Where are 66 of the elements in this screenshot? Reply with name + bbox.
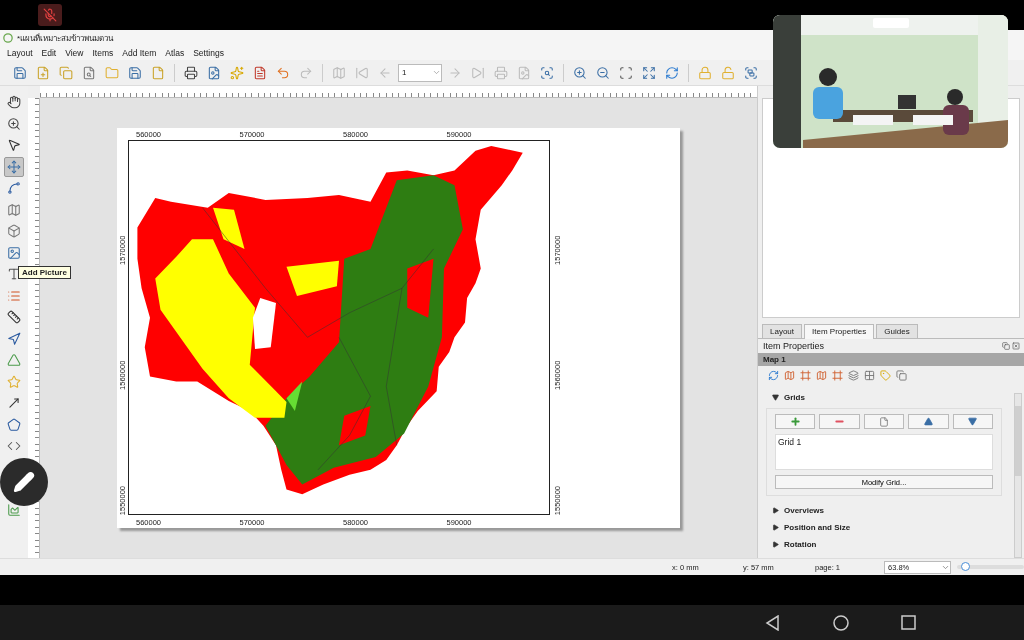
panel-tab[interactable]: Item Properties <box>804 324 875 339</box>
grid-list-item[interactable]: Grid 1 <box>778 437 990 447</box>
section-header[interactable]: Position and Size <box>772 521 1008 534</box>
refresh-icon[interactable] <box>768 370 779 381</box>
close-icon[interactable] <box>1012 342 1020 350</box>
layout-manager-icon[interactable] <box>82 65 96 80</box>
expanded-arrow-icon[interactable] <box>772 394 779 401</box>
menu-item[interactable]: Atlas <box>165 48 185 58</box>
template-icon[interactable] <box>151 65 165 80</box>
menu-item[interactable]: Layout <box>7 48 33 58</box>
scrollbar[interactable] <box>1014 393 1022 558</box>
refresh-icon[interactable] <box>665 65 679 80</box>
menu-item[interactable]: Items <box>92 48 114 58</box>
mic-muted-icon[interactable] <box>38 4 62 26</box>
save-as-icon[interactable] <box>128 65 142 80</box>
zoom-out-icon[interactable] <box>596 65 610 80</box>
undo-icon[interactable] <box>276 65 290 80</box>
tooltip: Add Picture <box>18 266 71 279</box>
zoom-feature-icon[interactable] <box>540 65 554 80</box>
section-header[interactable]: Overviews <box>772 504 1008 517</box>
duplicate-grid-button[interactable] <box>863 414 905 429</box>
panel-title: Item Properties <box>763 341 825 351</box>
zoom-in-icon[interactable] <box>573 65 587 80</box>
plus-icon <box>789 416 801 427</box>
move-up-button[interactable] <box>908 414 949 429</box>
down-arrow-icon <box>968 417 978 426</box>
float-icon[interactable] <box>1002 342 1010 350</box>
print-icon[interactable] <box>184 65 198 80</box>
app-logo-icon <box>3 33 13 43</box>
section-header[interactable]: Rotation <box>772 538 1008 551</box>
up-arrow-icon <box>923 417 933 426</box>
recents-icon[interactable] <box>901 615 916 630</box>
panel-tab[interactable]: Guides <box>876 324 918 338</box>
add-grid-button[interactable] <box>775 414 816 429</box>
zoom-full-icon[interactable] <box>642 65 656 80</box>
back-icon[interactable] <box>765 614 781 631</box>
layers-icon[interactable] <box>848 370 859 381</box>
menu-item[interactable]: View <box>65 48 84 58</box>
unlock-icon[interactable] <box>721 65 735 80</box>
export-pdf-icon[interactable] <box>253 65 267 80</box>
zoom-actual-icon[interactable] <box>619 65 633 80</box>
page-field[interactable]: 1 <box>398 63 442 82</box>
duplicate-icon[interactable] <box>59 65 73 80</box>
export-image-icon[interactable] <box>207 65 221 80</box>
window-title: *แผนที่เหมาะสมข้าวพนมดวน <box>17 32 114 45</box>
menu-item[interactable]: Settings <box>193 48 224 58</box>
save-icon[interactable] <box>13 65 27 80</box>
pencil-icon <box>13 471 35 493</box>
collapsed-arrow-icon[interactable] <box>772 507 779 514</box>
menu-item[interactable]: Add Item <box>122 48 157 58</box>
menu-item[interactable]: Edit <box>41 48 57 58</box>
move-down-button[interactable] <box>952 414 994 429</box>
document-icon <box>879 416 889 427</box>
group-icon[interactable] <box>744 65 758 80</box>
remove-grid-button[interactable] <box>819 414 860 429</box>
slider-thumb[interactable] <box>961 562 970 571</box>
copy-icon[interactable] <box>896 370 907 381</box>
item-name-bar: Map 1 <box>758 353 1024 366</box>
home-icon[interactable] <box>833 614 849 631</box>
collapsed-arrow-icon[interactable] <box>772 541 779 548</box>
section-header[interactable]: Grids <box>772 391 1008 404</box>
grid-icon[interactable] <box>864 370 875 381</box>
collapsed-arrow-icon[interactable] <box>772 524 779 531</box>
panel-tab[interactable]: Layout <box>762 324 803 338</box>
new-layout-icon[interactable] <box>36 65 50 80</box>
lock-icon[interactable] <box>698 65 712 80</box>
